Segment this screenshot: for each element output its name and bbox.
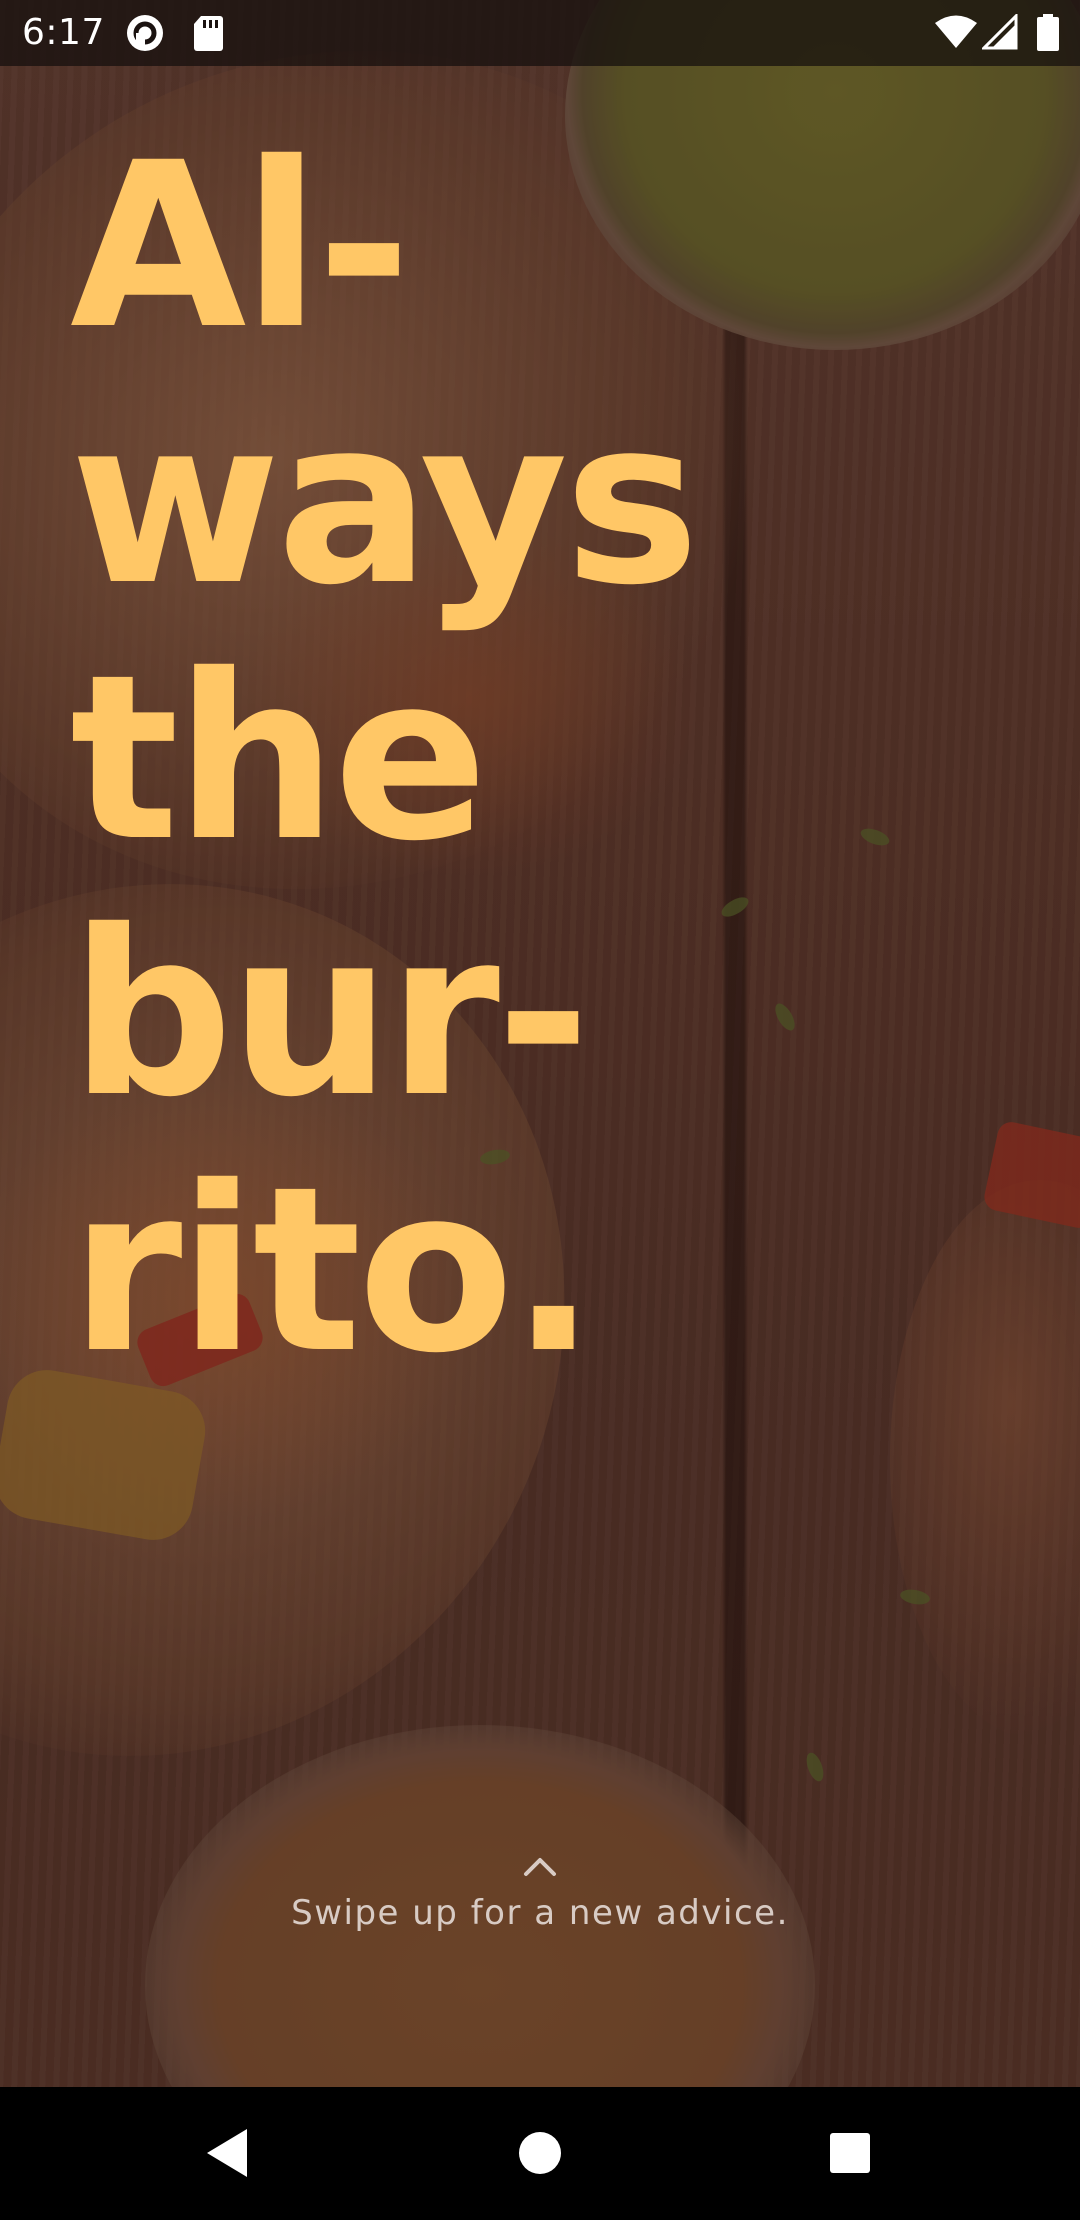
back-icon[interactable] [203,2127,251,2184]
headline-line: rito. [70,1137,597,1403]
swipe-hint[interactable]: Swipe up for a new advice. [0,1854,1080,1933]
navigation-bar [0,2087,1080,2220]
headline-line: the [70,625,488,891]
wifi-icon [934,14,978,55]
sd-card-icon [192,14,224,57]
advice-headline: Al- ways the bur- rito. [70,118,970,1398]
chevron-up-icon [522,1854,558,1883]
headline-line: bur- [70,881,591,1147]
status-time: 6:17 [22,12,105,53]
headline-line: ways [70,369,700,635]
swipe-hint-text: Swipe up for a new advice. [291,1893,789,1933]
status-bar: 6:17 [0,0,1080,66]
headline-line: Al- [70,113,411,379]
recents-icon[interactable] [828,2127,872,2184]
advice-screen[interactable]: 6:17 Al- ways the bur- rito. Swipe up fo… [0,0,1080,2220]
pocket-casts-icon [126,14,164,57]
home-icon[interactable] [518,2127,562,2184]
cell-signal-icon [980,12,1018,55]
battery-icon [1036,14,1060,57]
